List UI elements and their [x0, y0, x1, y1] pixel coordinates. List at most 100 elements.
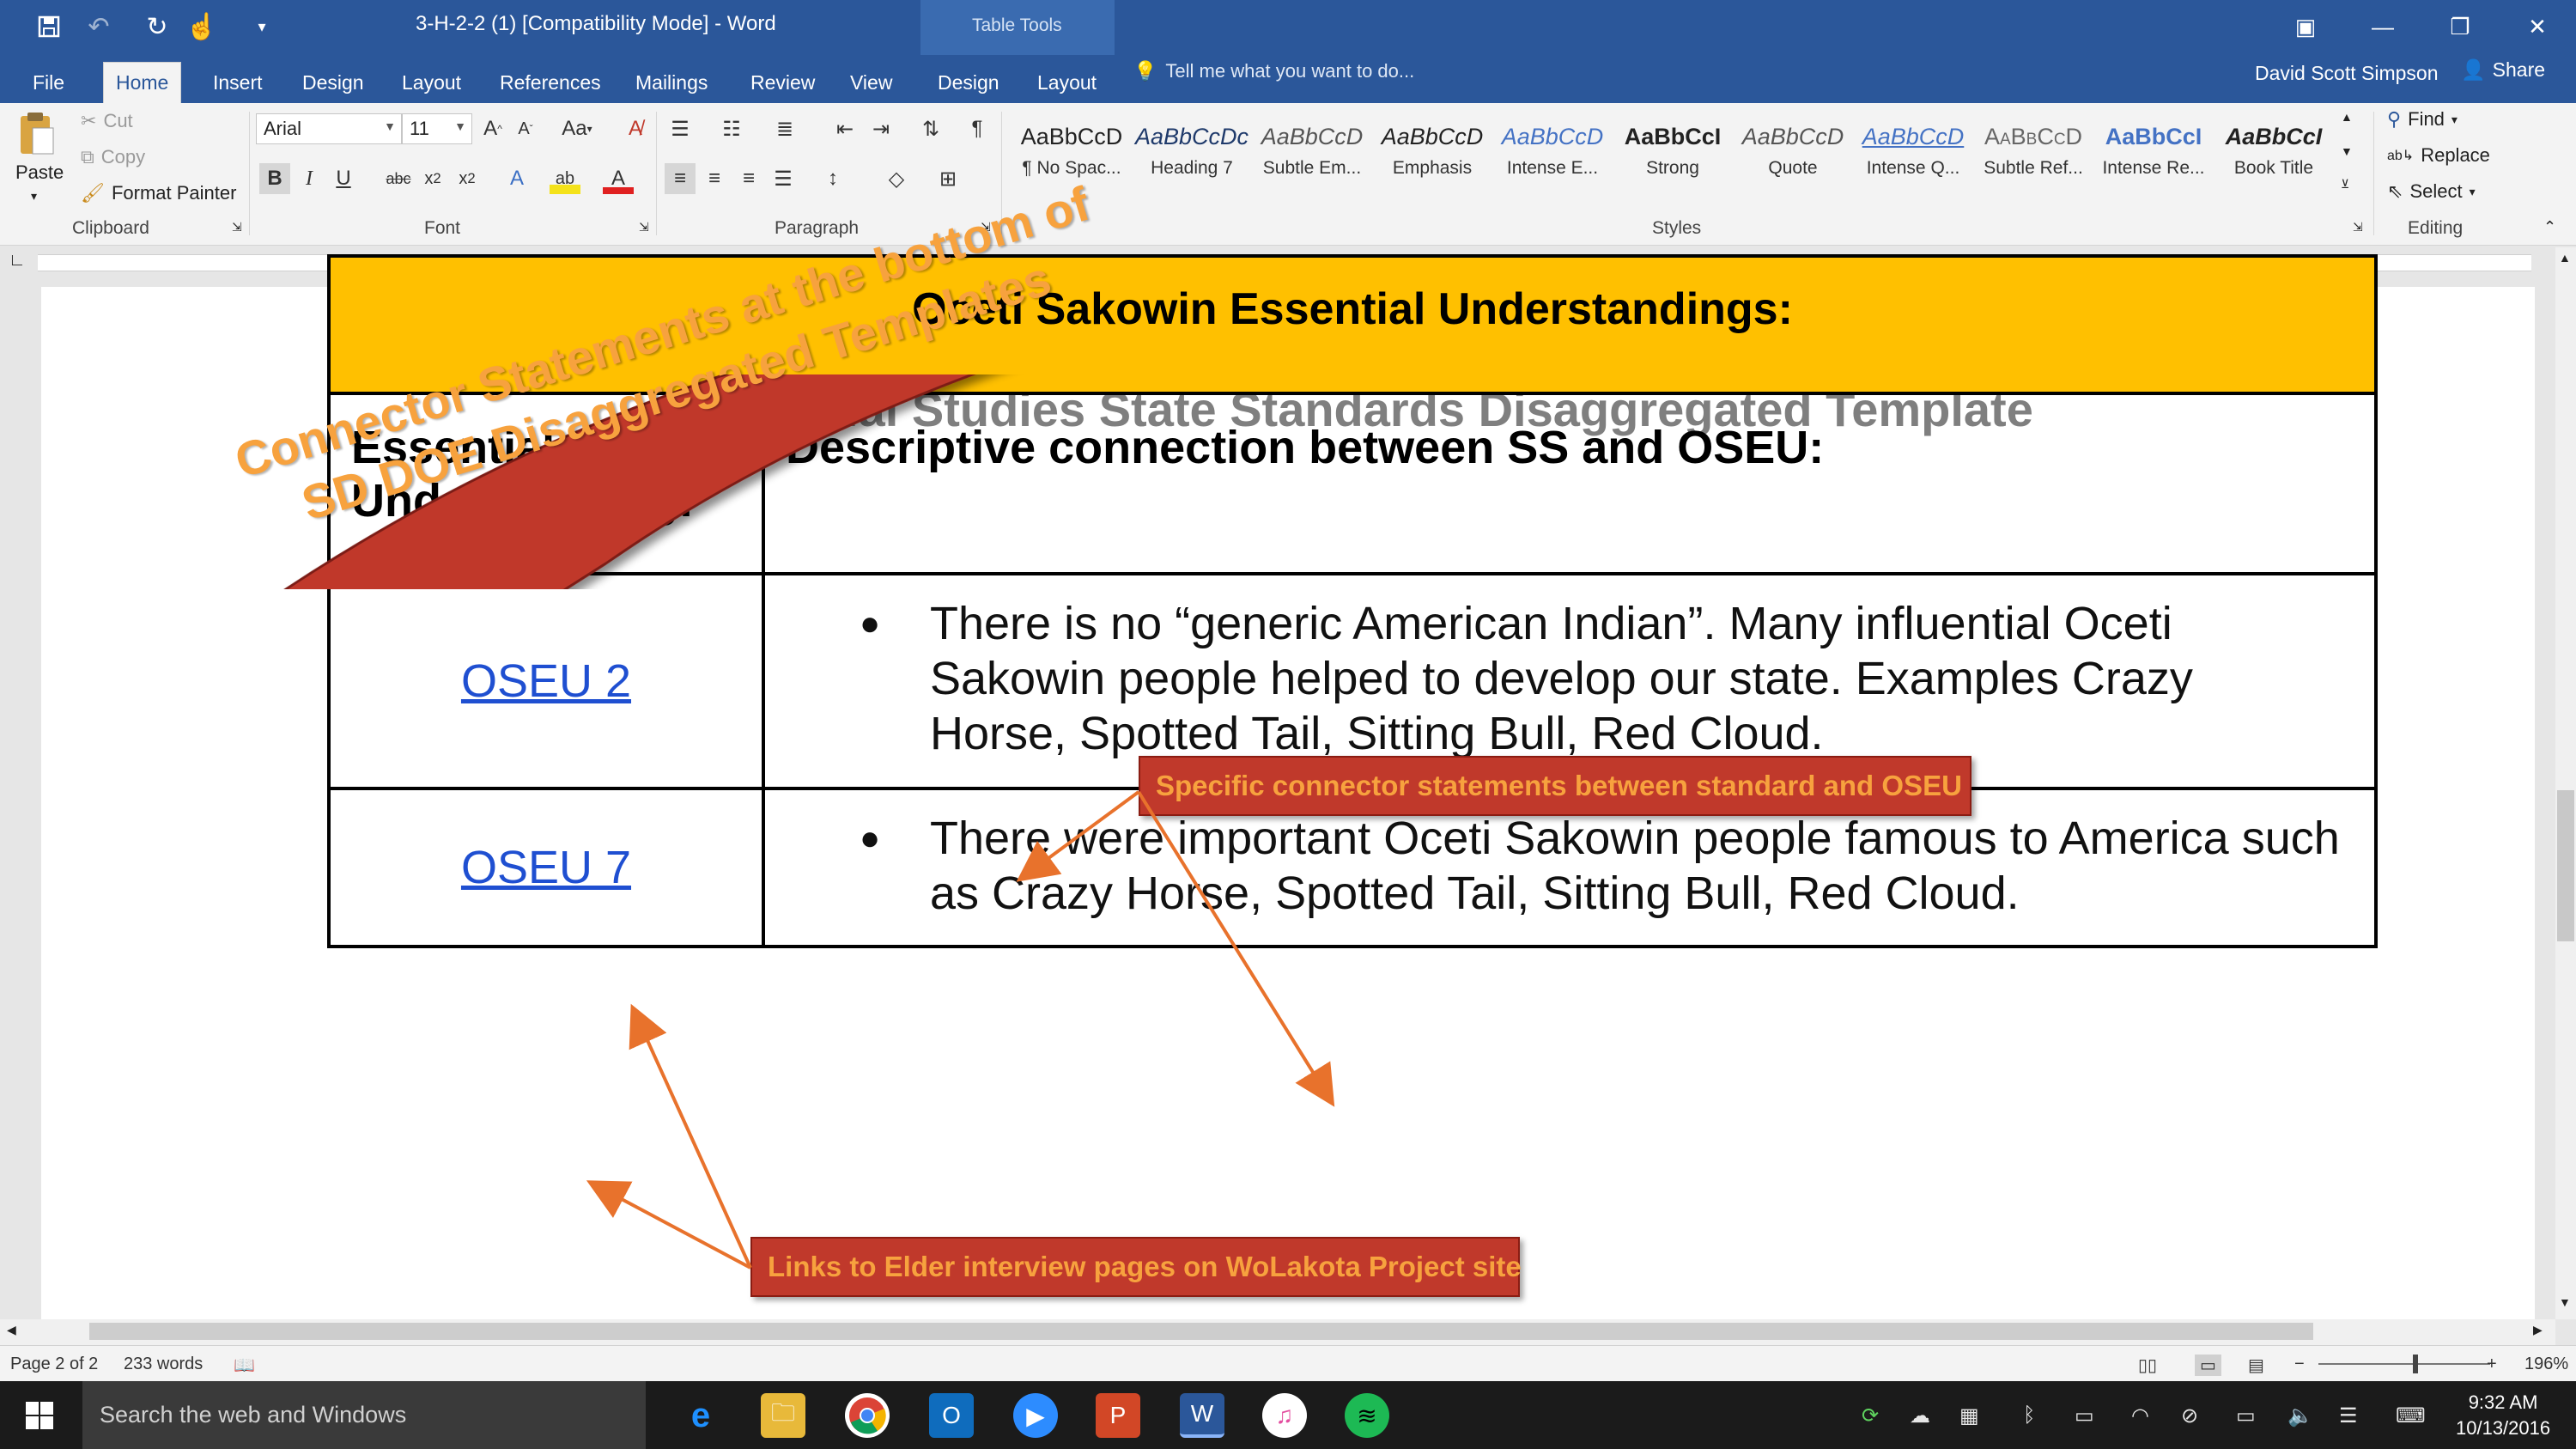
styles-launcher-icon[interactable]: ⇲ — [2353, 220, 2363, 234]
vertical-scrollbar[interactable] — [2555, 247, 2576, 1319]
taskbar-search[interactable]: Search the web and Windows — [82, 1381, 646, 1449]
edge-icon[interactable]: e — [678, 1393, 723, 1438]
style-book-title[interactable]: AaBbCcI Book Title — [2214, 115, 2334, 204]
paste-icon[interactable] — [14, 108, 58, 160]
style-subtle-emphasis[interactable]: AaBbCcD Subtle Em... — [1252, 115, 1372, 204]
format-painter-button[interactable]: 🖌 Format Painter — [81, 182, 236, 204]
style-subtle-reference[interactable]: AaBbCcD Subtle Ref... — [1973, 115, 2093, 204]
style-intense-quote[interactable]: AaBbCcD Intense Q... — [1853, 115, 1973, 204]
select-button[interactable]: ⇖ Select ▾ — [2387, 180, 2476, 203]
redo-icon[interactable]: ↻ — [139, 9, 175, 45]
bullets-icon[interactable]: ☰ — [665, 113, 696, 144]
tab-review[interactable]: Review — [738, 62, 827, 103]
file-explorer-icon[interactable]: 🗀 — [761, 1393, 805, 1438]
tab-selector-icon[interactable]: ∟ — [9, 251, 26, 271]
start-windows-icon[interactable] — [17, 1393, 62, 1438]
style-intense-emphasis[interactable]: AaBbCcD Intense E... — [1492, 115, 1613, 204]
styles-more-icon[interactable]: ⊻ — [2341, 177, 2349, 192]
wifi-icon[interactable]: ◠ — [2131, 1403, 2149, 1428]
superscript-icon[interactable]: x2 — [452, 163, 483, 194]
horizontal-scroll-thumb[interactable] — [89, 1323, 2313, 1340]
chrome-icon[interactable] — [845, 1393, 890, 1438]
itunes-icon[interactable]: ♫ — [1262, 1393, 1307, 1438]
style-quote[interactable]: AaBbCcD Quote — [1733, 115, 1853, 204]
styles-scroll-up-icon[interactable]: ▲ — [2341, 110, 2353, 124]
save-icon[interactable] — [31, 9, 67, 45]
underline-icon[interactable]: U — [328, 163, 359, 194]
ribbon-display-options-icon[interactable]: ▣ — [2267, 0, 2344, 53]
strikethrough-icon[interactable]: abc — [383, 163, 414, 194]
user-name[interactable]: David Scott Simpson — [2255, 62, 2438, 85]
network-drive-icon[interactable]: ▭ — [2075, 1403, 2094, 1428]
clipboard-launcher-icon[interactable]: ⇲ — [232, 220, 242, 234]
cut-button[interactable]: ✂ Cut — [81, 110, 133, 132]
location-icon[interactable]: ⊘ — [2181, 1403, 2198, 1428]
font-size-combo[interactable]: 11 ▼ — [402, 113, 472, 144]
text-effects-icon[interactable]: A — [501, 163, 532, 194]
battery-icon[interactable]: ▭ — [2236, 1403, 2256, 1428]
tab-design[interactable]: Design — [290, 62, 376, 103]
read-mode-icon[interactable]: ▯▯ — [2138, 1355, 2157, 1376]
shrink-font-icon[interactable]: Aˇ — [510, 113, 541, 144]
paste-button[interactable]: Paste — [15, 161, 64, 184]
scroll-up-icon[interactable]: ▲ — [2559, 251, 2571, 265]
tab-home[interactable]: Home — [103, 62, 182, 103]
vertical-scroll-thumb[interactable] — [2557, 790, 2574, 941]
web-layout-icon[interactable]: ▤ — [2248, 1355, 2264, 1376]
word-count[interactable]: 233 words — [124, 1355, 203, 1374]
outlook-icon[interactable]: O — [929, 1393, 974, 1438]
zoom-in-icon[interactable]: + — [2487, 1355, 2497, 1374]
scroll-right-icon[interactable]: ▶ — [2533, 1323, 2543, 1337]
collapse-ribbon-icon[interactable]: ⌃ — [2543, 218, 2556, 236]
powerpoint-icon[interactable]: P — [1096, 1393, 1140, 1438]
copy-button[interactable]: ⧉ Copy — [81, 146, 145, 168]
zoom-level[interactable]: 196% — [2524, 1355, 2568, 1374]
font-name-combo[interactable]: Arial ▼ — [256, 113, 402, 144]
notifications-icon[interactable]: ☰ — [2339, 1403, 2358, 1428]
volume-icon[interactable]: 🔈 — [2287, 1403, 2313, 1428]
tab-insert[interactable]: Insert — [201, 62, 275, 103]
grow-font-icon[interactable]: A ^ — [477, 113, 508, 144]
tab-mailings[interactable]: Mailings — [623, 62, 720, 103]
zoom-out-icon[interactable]: − — [2294, 1355, 2305, 1374]
zoom-slider-thumb[interactable] — [2413, 1355, 2418, 1373]
zoom-app-icon[interactable]: ▶ — [1013, 1393, 1058, 1438]
close-button[interactable]: ✕ — [2499, 0, 2576, 53]
page-count[interactable]: Page 2 of 2 — [10, 1355, 98, 1374]
proofing-icon[interactable]: 📖 — [234, 1355, 255, 1376]
subscript-icon[interactable]: x2 — [417, 163, 448, 194]
tell-me-box[interactable]: 💡 Tell me what you want to do... — [1133, 60, 1414, 82]
tab-layout[interactable]: Layout — [390, 62, 473, 103]
oseu-2-link[interactable]: OSEU 2 — [461, 655, 631, 707]
zoom-slider[interactable] — [2318, 1363, 2490, 1365]
numbering-icon[interactable]: ☷ — [716, 113, 747, 144]
print-layout-icon[interactable]: ▭ — [2195, 1355, 2221, 1376]
taskbar-clock[interactable]: 9:32 AM 10/13/2016 — [2456, 1390, 2550, 1441]
cloud-icon[interactable]: ☁ — [1910, 1403, 1930, 1428]
customize-qat-icon[interactable]: ▾ — [244, 9, 280, 45]
spotify-icon[interactable]: ≋ — [1345, 1393, 1389, 1438]
bold-icon[interactable]: B — [259, 163, 290, 194]
undo-icon[interactable]: ↶ — [81, 9, 117, 45]
keyboard-icon[interactable]: ⌨ — [2396, 1403, 2426, 1428]
clear-formatting-icon[interactable]: A̸ — [620, 113, 651, 144]
change-case-button[interactable]: Aa ▾ — [556, 113, 598, 144]
scroll-left-icon[interactable]: ◀ — [7, 1323, 16, 1337]
word-icon[interactable]: W — [1180, 1393, 1224, 1438]
style-emphasis[interactable]: AaBbCcD Emphasis — [1372, 115, 1492, 204]
sync-icon[interactable]: ⟳ — [1862, 1403, 1879, 1428]
tab-file[interactable]: File — [21, 62, 76, 103]
scroll-down-icon[interactable]: ▼ — [2559, 1295, 2571, 1309]
styles-scroll-down-icon[interactable]: ▼ — [2341, 144, 2353, 158]
style-intense-reference[interactable]: AaBbCcI Intense Re... — [2093, 115, 2214, 204]
bluetooth-icon[interactable]: ᛒ — [2023, 1403, 2035, 1428]
touch-mode-icon[interactable]: ☝ — [184, 9, 220, 45]
find-button[interactable]: ⚲ Find ▾ — [2387, 108, 2458, 131]
tab-references[interactable]: References — [488, 62, 613, 103]
replace-button[interactable]: ab↳ Replace — [2387, 144, 2490, 167]
highlight-icon[interactable]: ab — [550, 163, 580, 194]
italic-icon[interactable]: I — [294, 163, 325, 194]
restore-button[interactable]: ❐ — [2421, 0, 2499, 53]
style-strong[interactable]: AaBbCcI Strong — [1613, 115, 1733, 204]
tab-view[interactable]: View — [838, 62, 904, 103]
